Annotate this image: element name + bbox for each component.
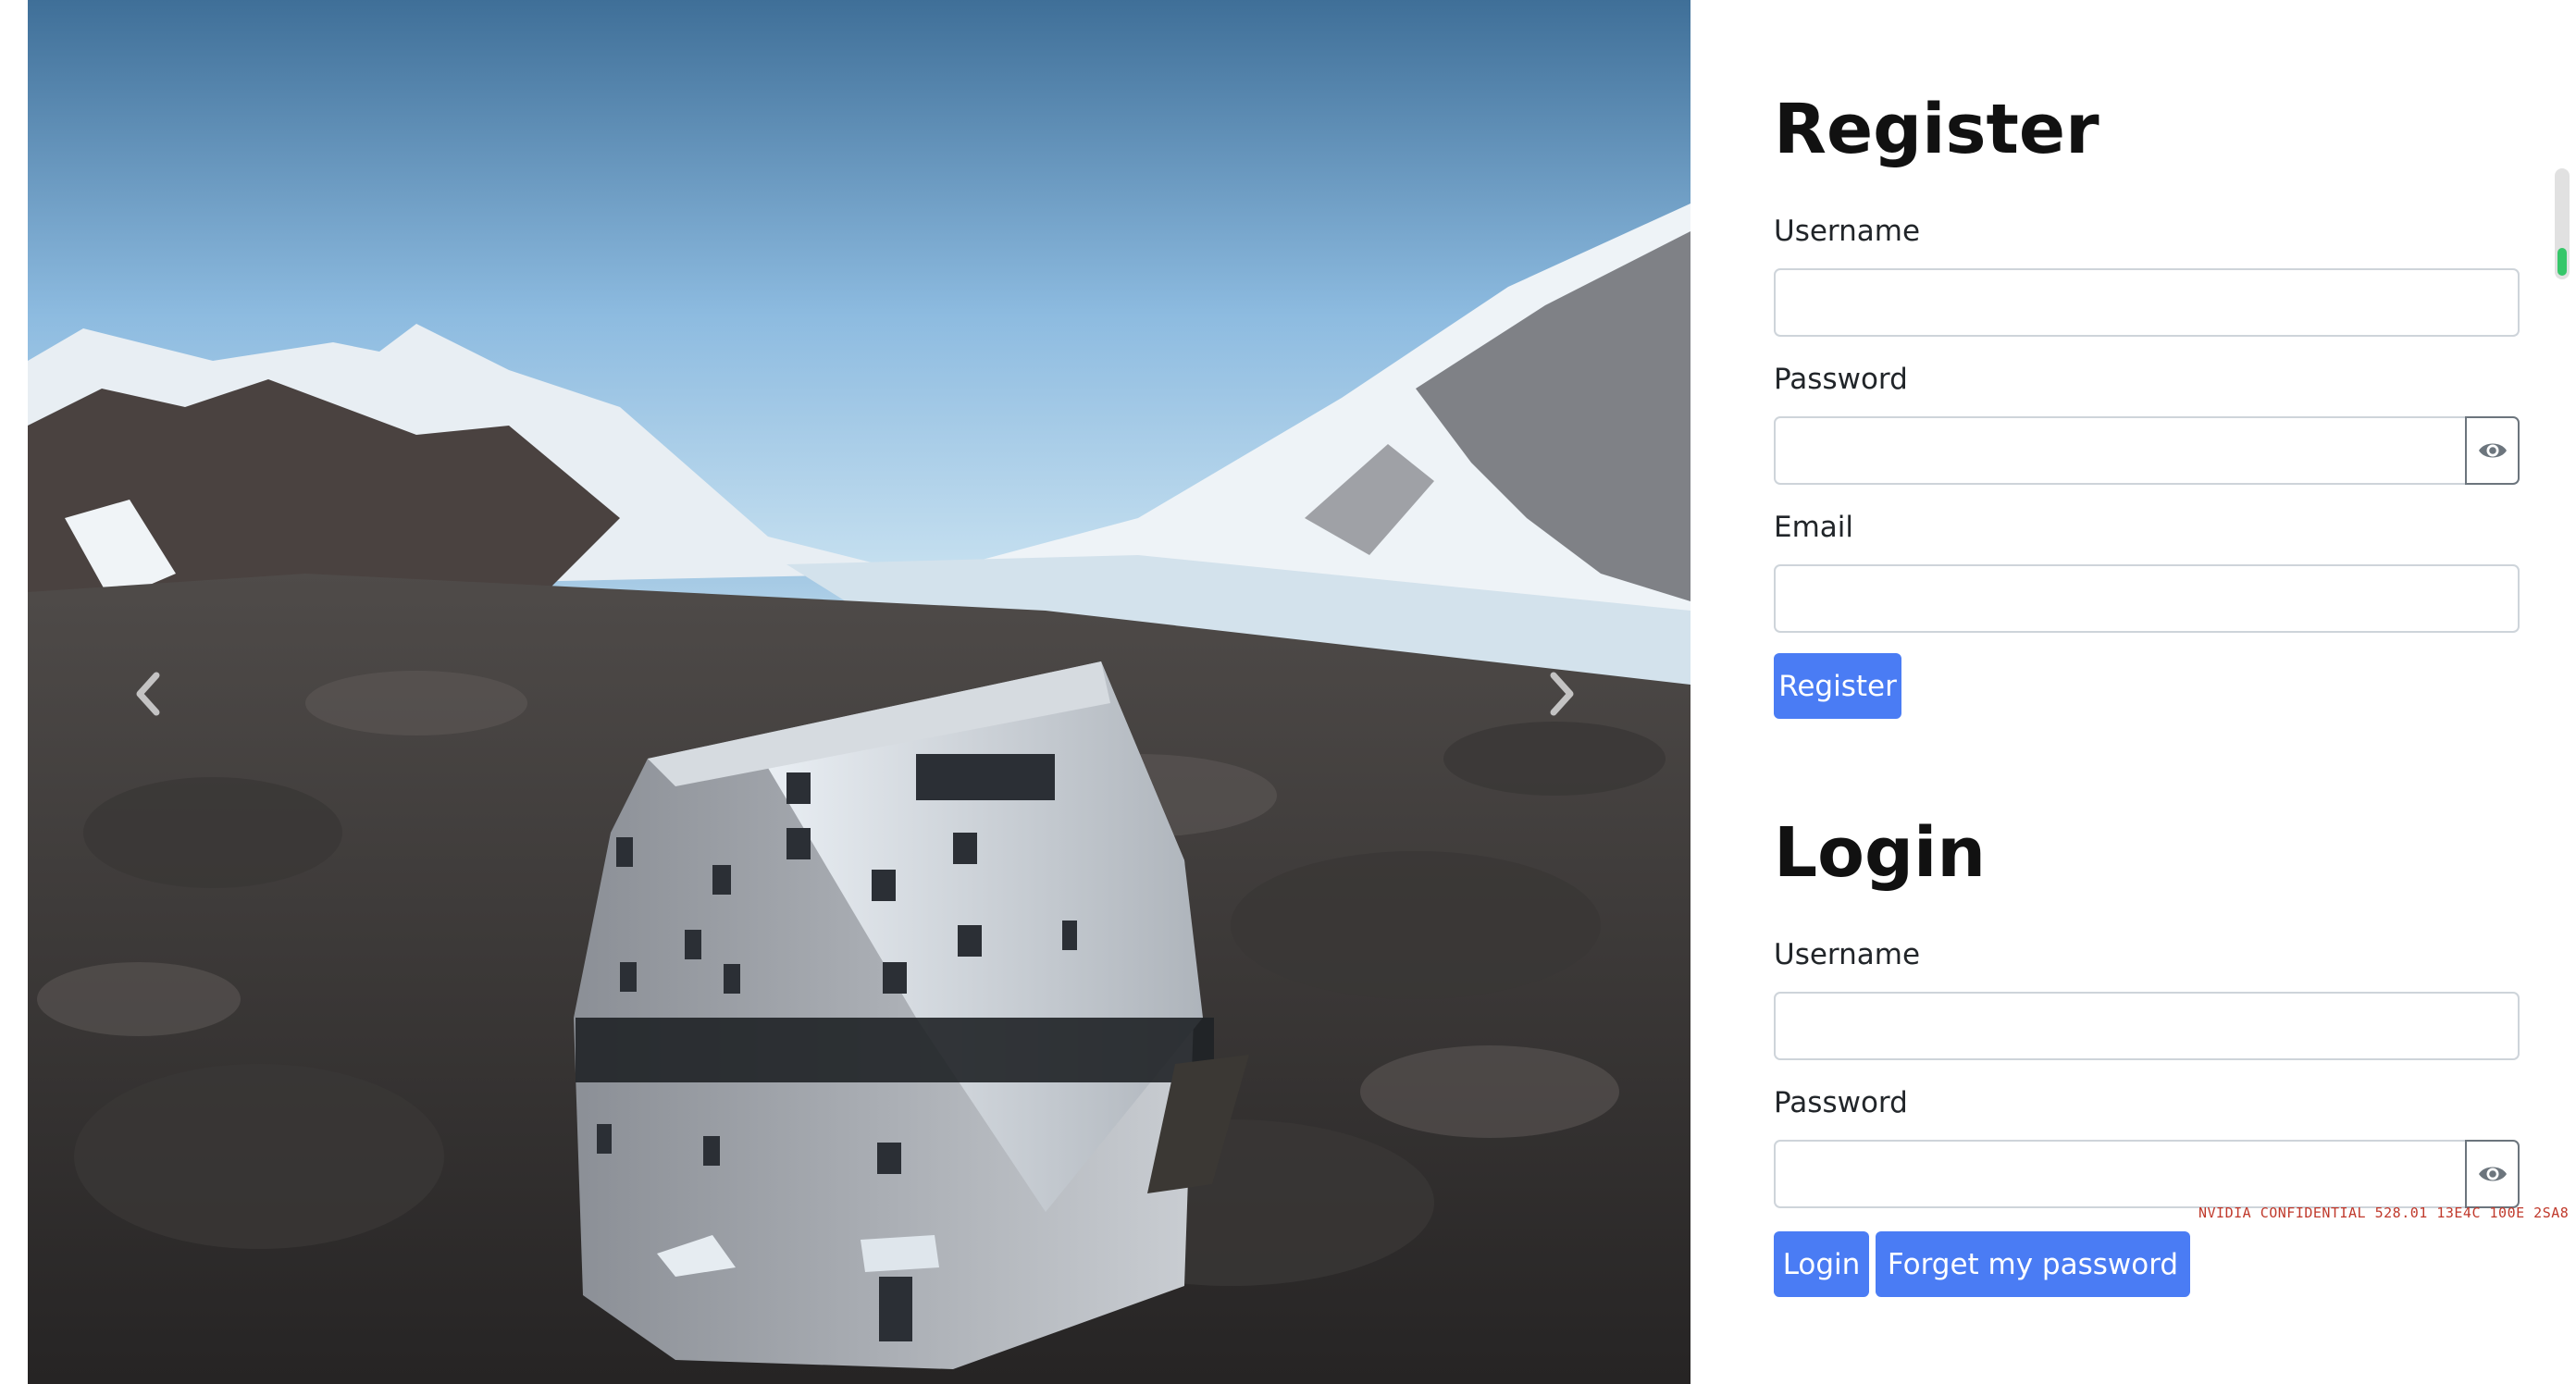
watermark-text: NVIDIA CONFIDENTIAL 528.01 13E4C 100E 2S… bbox=[2198, 1205, 2576, 1221]
login-button[interactable]: Login bbox=[1774, 1231, 1869, 1297]
register-title: Register bbox=[1774, 90, 2099, 169]
register-username-label: Username bbox=[1774, 215, 1921, 248]
register-username-input[interactable] bbox=[1774, 268, 2520, 337]
eye-icon bbox=[2478, 1167, 2507, 1181]
register-email-label: Email bbox=[1774, 511, 1854, 544]
mountain-hut-photo bbox=[28, 0, 1690, 1384]
eye-icon bbox=[2478, 443, 2507, 458]
scrollbar[interactable] bbox=[2555, 168, 2570, 279]
forgot-password-button[interactable]: Forget my password bbox=[1876, 1231, 2190, 1297]
carousel-next-button[interactable] bbox=[1525, 648, 1599, 740]
carousel-prev-button[interactable] bbox=[111, 648, 185, 740]
login-password-label: Password bbox=[1774, 1086, 1908, 1119]
register-password-toggle-button[interactable] bbox=[2465, 416, 2520, 485]
login-username-input[interactable] bbox=[1774, 992, 2520, 1060]
register-button[interactable]: Register bbox=[1774, 653, 1901, 719]
auth-panel: Register Username Password Email Registe… bbox=[1774, 0, 2520, 1384]
register-email-input[interactable] bbox=[1774, 564, 2520, 633]
register-password-label: Password bbox=[1774, 363, 1908, 396]
login-username-label: Username bbox=[1774, 938, 1921, 971]
chevron-left-icon bbox=[136, 672, 160, 716]
login-password-toggle-button[interactable] bbox=[2465, 1140, 2520, 1208]
chevron-right-icon bbox=[1550, 672, 1574, 716]
scrollbar-thumb[interactable] bbox=[2557, 248, 2567, 276]
register-password-input[interactable] bbox=[1774, 416, 2467, 485]
login-title: Login bbox=[1774, 813, 1987, 893]
image-carousel bbox=[28, 0, 1690, 1384]
login-password-input[interactable] bbox=[1774, 1140, 2467, 1208]
